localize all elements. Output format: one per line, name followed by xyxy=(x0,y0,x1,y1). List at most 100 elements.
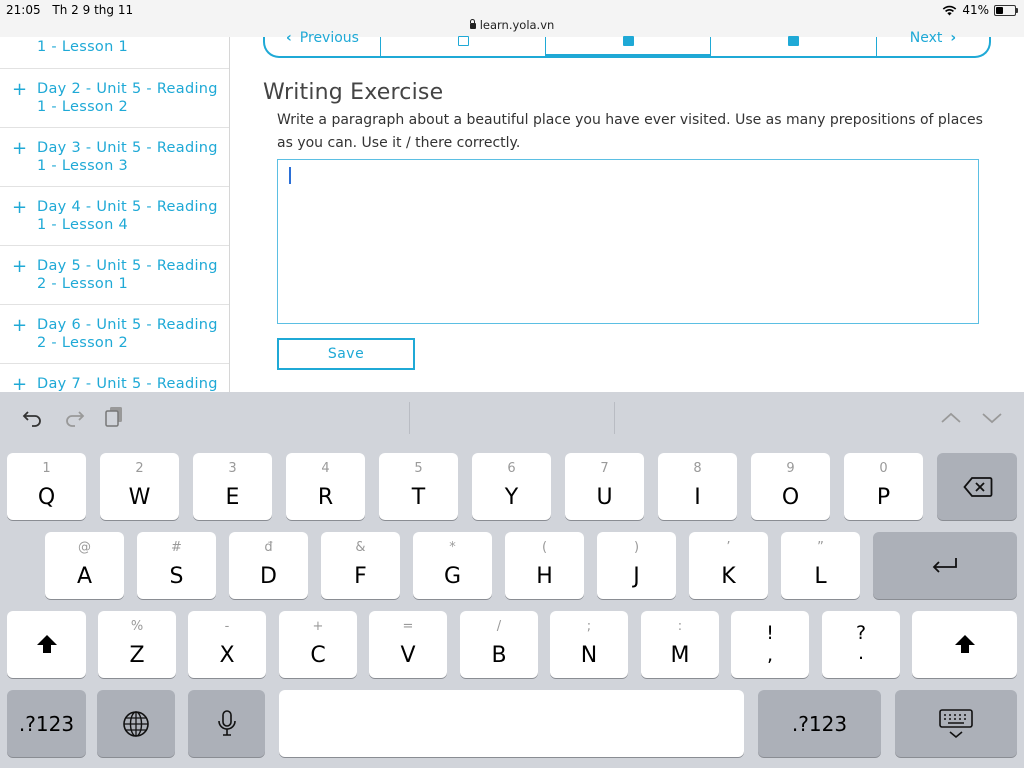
book-icon xyxy=(788,36,799,46)
status-right: 41% xyxy=(942,3,1018,17)
plus-icon: + xyxy=(12,197,28,218)
key-y[interactable]: 6Y xyxy=(472,453,551,520)
shift-key-left[interactable] xyxy=(7,611,86,678)
tab-edit[interactable] xyxy=(381,36,546,56)
key-t[interactable]: 5T xyxy=(379,453,458,520)
status-time: 21:05 xyxy=(6,3,41,17)
key-i[interactable]: 8I xyxy=(658,453,737,520)
plus-icon: + xyxy=(12,256,28,277)
key-x[interactable]: -X xyxy=(188,611,266,678)
plus-icon: + xyxy=(12,315,28,336)
battery-percent: 41% xyxy=(962,3,989,17)
paste-icon[interactable] xyxy=(104,405,126,429)
backspace-icon xyxy=(963,477,993,497)
key-top-char: ! xyxy=(766,622,774,644)
microphone-icon xyxy=(218,710,236,736)
key-l[interactable]: ” L xyxy=(781,532,860,599)
return-key[interactable] xyxy=(873,532,1017,599)
wifi-icon xyxy=(943,5,957,15)
page-title: Writing Exercise xyxy=(263,80,444,105)
key-r[interactable]: 4R xyxy=(286,453,365,520)
battery-icon xyxy=(994,4,1018,16)
sidebar-item-day6[interactable]: + Day 6 - Unit 5 - Reading 2 - Lesson 2 xyxy=(0,304,229,364)
toolbar-divider xyxy=(409,402,410,434)
redo-icon[interactable] xyxy=(63,408,85,428)
edit-icon xyxy=(457,36,469,46)
key-j[interactable]: ) J xyxy=(597,532,676,599)
key-f[interactable]: & F xyxy=(321,532,400,599)
sidebar-item-day7[interactable]: + Day 7 - Unit 5 - Reading xyxy=(0,363,229,393)
sidebar-item-day4[interactable]: + Day 4 - Unit 5 - Reading 1 - Lesson 4 xyxy=(0,186,229,246)
onscreen-keyboard: 1Q 2W 3E 4R 5T 6Y 7U 8I 9O 0P @ A # S đD &… xyxy=(0,392,1024,768)
lesson-sidebar[interactable]: 1 - Lesson 1 + Day 2 - Unit 5 - Reading … xyxy=(0,37,230,392)
save-button[interactable]: Save xyxy=(277,338,415,370)
key-q[interactable]: 1Q xyxy=(7,453,86,520)
key-a[interactable]: @ A xyxy=(45,532,124,599)
sidebar-item-label: Day 2 - Unit 5 - Reading 1 - Lesson 2 xyxy=(37,81,218,115)
tab-writing[interactable] xyxy=(546,36,711,58)
url-text: learn.yola.vn xyxy=(479,18,555,32)
key-o[interactable]: 9O xyxy=(751,453,830,520)
status-bar: 21:05 Th 2 9 thg 11 learn.yola.vn 41% xyxy=(0,0,1024,37)
address-bar[interactable]: learn.yola.vn xyxy=(0,18,1024,32)
previous-button[interactable]: ‹ Previous xyxy=(265,30,381,56)
shift-key-right[interactable] xyxy=(912,611,1017,678)
sidebar-item-day2[interactable]: + Day 2 - Unit 5 - Reading 1 - Lesson 2 xyxy=(0,68,229,128)
tab-book[interactable] xyxy=(711,36,877,56)
key-top-char: ? xyxy=(855,622,867,644)
globe-key[interactable] xyxy=(97,690,175,757)
key-n[interactable]: ; N xyxy=(550,611,628,678)
answer-textarea[interactable] xyxy=(277,159,979,324)
key-s[interactable]: # S xyxy=(137,532,216,599)
hide-keyboard-key[interactable] xyxy=(895,690,1017,757)
key-w[interactable]: 2W xyxy=(100,453,179,520)
chevron-down-icon[interactable] xyxy=(981,412,1003,424)
sidebar-item-label: Day 4 - Unit 5 - Reading 1 - Lesson 4 xyxy=(37,199,218,233)
plus-icon: + xyxy=(12,374,28,393)
key-bottom-char: . xyxy=(857,642,865,664)
key-h[interactable]: (H xyxy=(505,532,584,599)
dictation-key[interactable] xyxy=(188,690,265,757)
chevron-right-icon: › xyxy=(950,30,957,46)
key-e[interactable]: 3E xyxy=(193,453,272,520)
key-k[interactable]: ’ K xyxy=(689,532,768,599)
key-d[interactable]: đD xyxy=(229,532,308,599)
key-u[interactable]: 7U xyxy=(565,453,644,520)
chevron-left-icon: ‹ xyxy=(286,30,292,46)
key-z[interactable]: % Z xyxy=(98,611,176,678)
key-p[interactable]: 0P xyxy=(844,453,923,520)
return-icon xyxy=(932,558,957,573)
key-m[interactable]: :M xyxy=(641,611,719,678)
space-key[interactable] xyxy=(279,690,744,757)
hide-keyboard-icon xyxy=(939,709,973,739)
sidebar-item-day3[interactable]: + Day 3 - Unit 5 - Reading 1 - Lesson 3 xyxy=(0,127,229,187)
plus-icon: + xyxy=(12,138,28,159)
sidebar-item-day1-lesson1[interactable]: 1 - Lesson 1 xyxy=(0,37,229,69)
numbers-key-left[interactable]: .?123 xyxy=(7,690,86,757)
shift-icon xyxy=(955,635,975,653)
sidebar-item-day5[interactable]: + Day 5 - Unit 5 - Reading 2 - Lesson 1 xyxy=(0,245,229,305)
lock-icon xyxy=(469,19,476,29)
key-bottom-char: , xyxy=(766,644,774,666)
sidebar-item-label: Day 5 - Unit 5 - Reading 2 - Lesson 1 xyxy=(37,258,218,292)
key-question-period[interactable]: ? . xyxy=(822,611,900,678)
key-b[interactable]: / B xyxy=(460,611,538,678)
key-c[interactable]: + C xyxy=(279,611,357,678)
chevron-up-icon[interactable] xyxy=(940,412,962,424)
backspace-key[interactable] xyxy=(937,453,1017,520)
numbers-key-right[interactable]: .?123 xyxy=(758,690,881,757)
exercise-instruction: Write a paragraph about a beautiful plac… xyxy=(277,112,983,151)
undo-icon[interactable] xyxy=(22,408,44,428)
key-exclamation-comma[interactable]: ! , xyxy=(731,611,809,678)
sidebar-item-label: 1 - Lesson 1 xyxy=(37,39,129,55)
plus-icon: + xyxy=(12,79,28,100)
next-button[interactable]: Next › xyxy=(877,30,989,56)
battery-level xyxy=(996,6,1003,14)
key-v[interactable]: = V xyxy=(369,611,447,678)
status-left: 21:05 Th 2 9 thg 11 xyxy=(6,3,141,17)
lesson-navigation: ‹ Previous Next › xyxy=(263,30,991,58)
numbers-key-label: .?123 xyxy=(18,711,75,736)
next-label: Next xyxy=(909,30,943,46)
sidebar-item-label: Day 7 - Unit 5 - Reading xyxy=(37,376,218,392)
key-g[interactable]: * G xyxy=(413,532,492,599)
